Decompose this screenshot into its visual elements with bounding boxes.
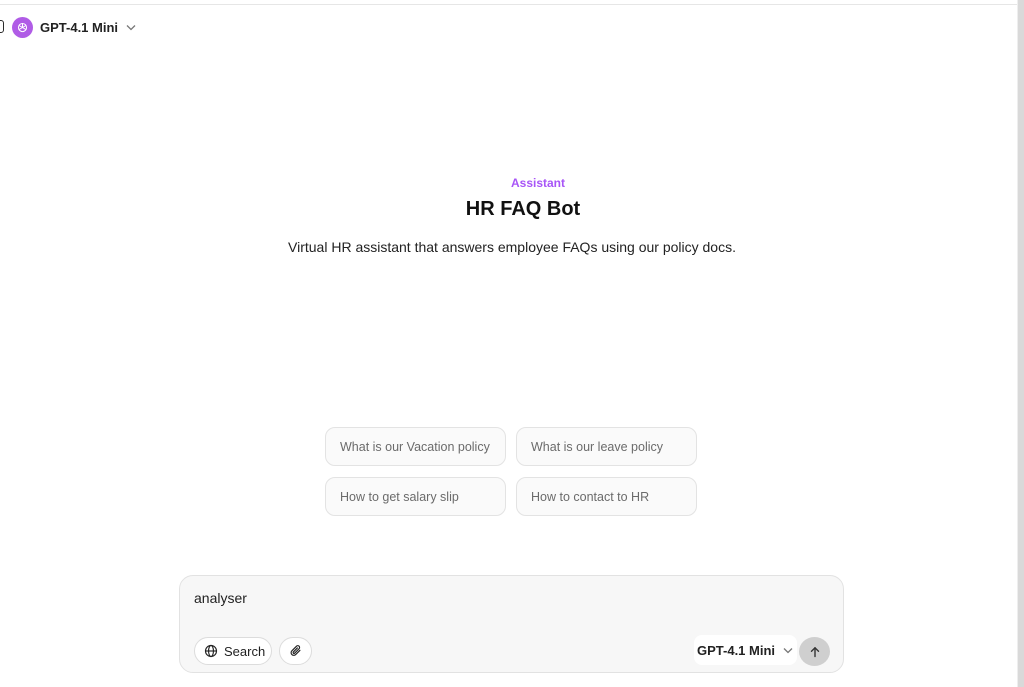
search-button-label: Search	[224, 643, 266, 659]
assistant-title: HR FAQ Bot	[465, 198, 581, 220]
chevron-down-icon	[783, 647, 793, 654]
composer-model-selector[interactable]: GPT-4.1 Mini	[694, 635, 798, 665]
search-button[interactable]: Search	[194, 637, 272, 665]
message-composer[interactable]: analyser Search GPT-4.1 Mini	[179, 575, 844, 673]
suggestion-chip[interactable]: How to get salary slip	[325, 477, 506, 516]
chevron-down-icon	[126, 24, 136, 31]
attach-button[interactable]	[279, 637, 312, 665]
globe-icon	[204, 644, 218, 658]
message-input[interactable]: analyser	[194, 590, 247, 606]
send-button[interactable]	[799, 637, 830, 666]
model-name: GPT-4.1 Mini	[40, 19, 119, 35]
app-window: GPT-4.1 Mini Assistant HR FAQ Bot Virtua…	[0, 0, 1024, 687]
openai-logo-icon	[12, 16, 33, 38]
suggestion-chip[interactable]: What is our leave policy	[516, 427, 697, 466]
model-selector[interactable]: GPT-4.1 Mini	[12, 16, 136, 38]
assistant-kicker: Assistant	[510, 176, 566, 190]
sidebar-toggle-icon[interactable]	[0, 20, 4, 33]
suggestion-chip[interactable]: How to contact to HR	[516, 477, 697, 516]
composer-model-label: GPT-4.1 Mini	[697, 642, 776, 658]
assistant-description: Virtual HR assistant that answers employ…	[288, 239, 736, 255]
top-divider	[0, 4, 1024, 5]
suggestion-grid: What is our Vacation policy What is our …	[325, 427, 698, 516]
window-edge	[1018, 0, 1024, 687]
paperclip-icon	[289, 644, 303, 658]
suggestion-chip[interactable]: What is our Vacation policy	[325, 427, 506, 466]
arrow-up-icon	[809, 646, 821, 658]
